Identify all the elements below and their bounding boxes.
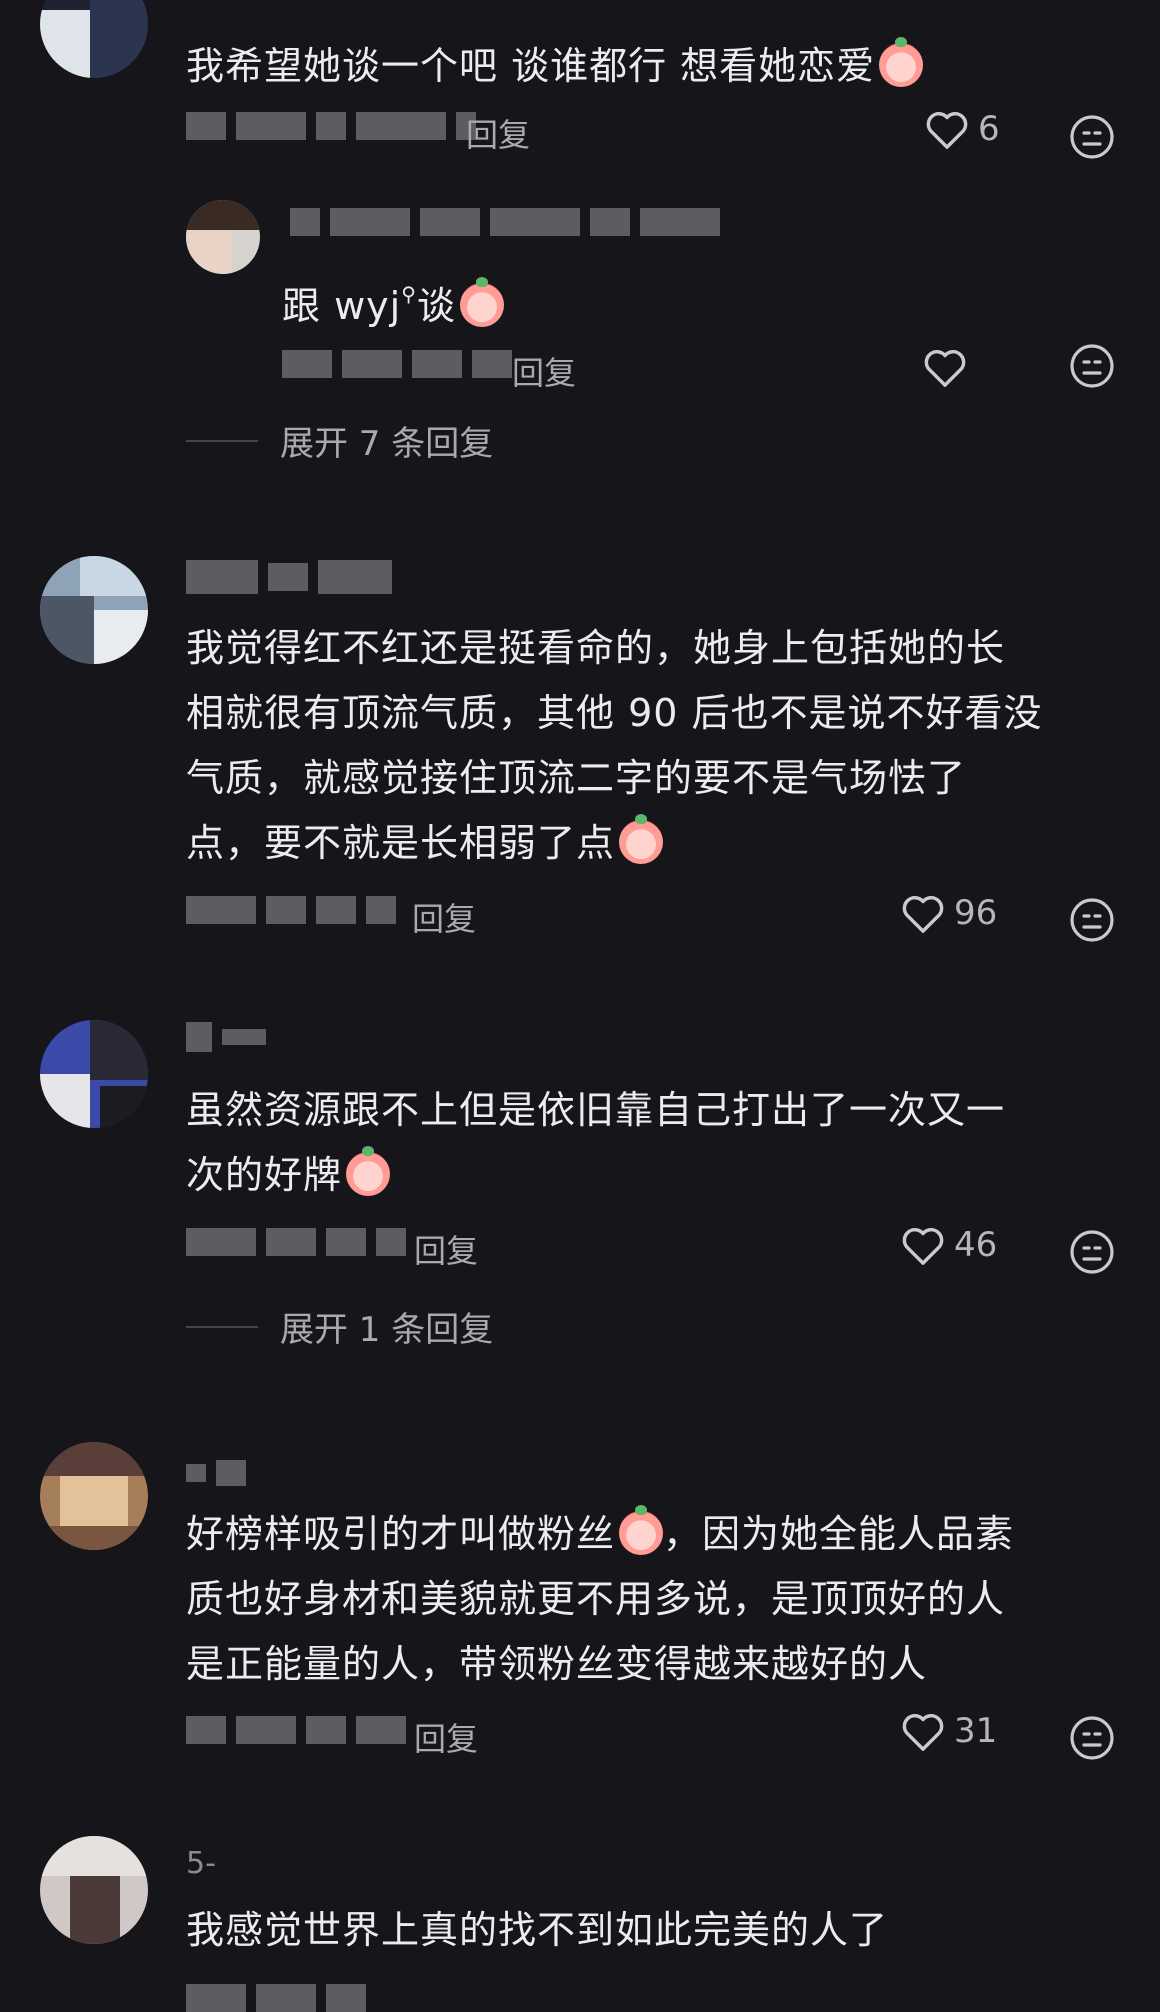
blurred-timestamp — [186, 1984, 366, 2012]
like-button[interactable]: 6 — [924, 108, 1000, 150]
search-icon: ⚲ — [401, 282, 417, 306]
peach-emoji-icon — [619, 814, 664, 864]
blurred-timestamp — [282, 350, 512, 378]
reply-username-blurred — [290, 208, 720, 236]
blurred-timestamp — [186, 112, 476, 140]
divider — [186, 1325, 258, 1328]
reply-button[interactable]: 回复 — [414, 1226, 478, 1272]
expand-replies-label: 展开 1 条回复 — [280, 1310, 494, 1350]
like-count: 96 — [954, 893, 998, 933]
reply-text: 跟 wyj⚲谈 — [282, 262, 1110, 339]
peach-emoji-icon — [879, 37, 924, 87]
like-button[interactable]: 96 — [900, 892, 997, 934]
heart-outline-icon — [924, 350, 966, 387]
blurred-timestamp — [186, 896, 396, 924]
frown-face-icon[interactable] — [1068, 342, 1116, 390]
avatar[interactable] — [40, 556, 148, 664]
comment-text: 我希望她谈一个吧 谈谁都行 想看她恋爱 — [186, 34, 1110, 99]
heart-outline-icon — [902, 1714, 944, 1751]
like-count: 6 — [978, 109, 1000, 149]
peach-emoji-icon — [459, 277, 504, 327]
like-button[interactable]: 31 — [900, 1710, 997, 1752]
reply-avatar[interactable] — [186, 200, 260, 274]
divider — [186, 439, 258, 442]
like-count: 31 — [954, 1711, 998, 1751]
peach-emoji-icon — [346, 1146, 391, 1196]
comment-text: 我觉得红不红还是挺看命的，她身上包括她的长 相就很有顶流气质，其他 90 后也不… — [186, 626, 1043, 865]
heart-outline-icon — [902, 896, 944, 933]
comment-text: 好榜样吸引的才叫做粉丝 ，因为她全能人品素 质也好身材和美貌就更不用多说，是顶顶好… — [186, 1505, 1015, 1686]
like-button[interactable] — [922, 346, 968, 388]
blurred-timestamp — [186, 1228, 406, 1256]
username-blurred — [186, 1022, 266, 1052]
reply-button[interactable]: 回复 — [512, 348, 576, 394]
comment-text: 我感觉世界上真的找不到如此完美的人了 — [186, 1908, 889, 1952]
heart-outline-icon — [902, 1228, 944, 1265]
like-button[interactable]: 46 — [900, 1224, 997, 1266]
avatar[interactable] — [40, 1442, 148, 1550]
reply-button[interactable]: 回复 — [466, 110, 530, 156]
expand-replies-label: 展开 7 条回复 — [280, 424, 494, 464]
reply-button[interactable]: 回复 — [412, 894, 476, 940]
comment-text: 虽然资源跟不上但是依旧靠自己打出了一次又一 次的好牌 — [186, 1088, 1006, 1197]
blurred-timestamp — [186, 1716, 406, 1744]
like-count: 46 — [954, 1225, 998, 1265]
expand-replies-button[interactable]: 展开 7 条回复 — [186, 416, 493, 465]
username-blurred — [186, 1460, 246, 1486]
avatar[interactable] — [40, 0, 148, 78]
frown-face-icon[interactable] — [1068, 113, 1116, 161]
peach-emoji-icon — [619, 1505, 664, 1555]
frown-face-icon[interactable] — [1068, 896, 1116, 944]
expand-replies-button[interactable]: 展开 1 条回复 — [186, 1302, 493, 1351]
heart-outline-icon — [926, 112, 968, 149]
reply-button[interactable]: 回复 — [414, 1714, 478, 1760]
avatar[interactable] — [40, 1836, 148, 1944]
username[interactable]: 5- — [186, 1846, 216, 1882]
username-blurred — [186, 560, 392, 594]
frown-face-icon[interactable] — [1068, 1228, 1116, 1276]
frown-face-icon[interactable] — [1068, 1714, 1116, 1762]
avatar[interactable] — [40, 1020, 148, 1128]
